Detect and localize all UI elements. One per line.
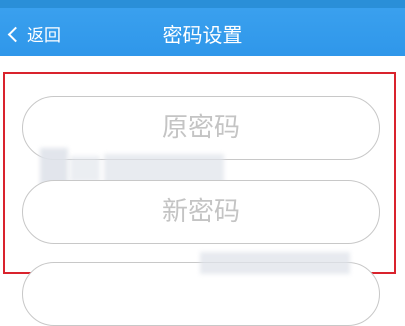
redaction-blur (70, 156, 100, 182)
status-bar (0, 0, 405, 8)
app-header: 返回 密码设置 (0, 8, 405, 56)
redaction-blur (200, 252, 350, 274)
old-password-input[interactable] (22, 96, 380, 160)
page-title: 密码设置 (162, 23, 243, 47)
password-form (0, 56, 405, 326)
new-password-input[interactable] (22, 180, 380, 244)
